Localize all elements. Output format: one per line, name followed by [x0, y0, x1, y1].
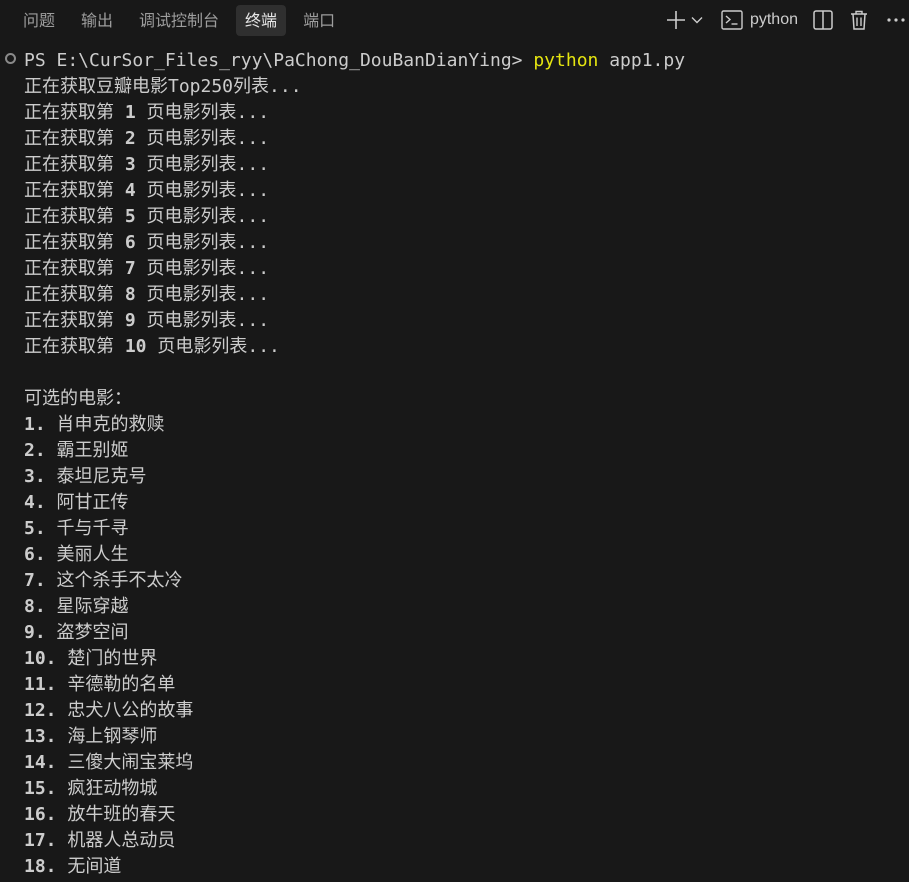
more-icon	[886, 17, 906, 23]
new-terminal-button[interactable]	[665, 6, 687, 34]
plus-icon	[666, 10, 686, 30]
terminal-output[interactable]: PS E:\CurSor_Files_ryy\PaChong_DouBanDia…	[0, 48, 909, 882]
movie-list-item: 9. 盗梦空间	[24, 622, 129, 643]
page-progress-line: 正在获取第 3 页电影列表...	[24, 154, 270, 175]
prompt-line: PS E:\CurSor_Files_ryy\PaChong_DouBanDia…	[24, 48, 685, 74]
page-progress-line: 正在获取第 7 页电影列表...	[24, 258, 270, 279]
panel-tabs: 问题 输出 调试控制台 终端 端口	[0, 0, 352, 40]
terminal-actions: python	[665, 0, 909, 40]
tab-problems[interactable]: 问题	[14, 5, 64, 36]
movie-list-item: 7. 这个杀手不太冷	[24, 570, 183, 591]
movie-list-item: 4. 阿甘正传	[24, 492, 129, 513]
tab-terminal[interactable]: 终端	[236, 4, 287, 36]
movie-list-item: 11. 辛德勒的名单	[24, 674, 176, 695]
page-progress-line: 正在获取第 6 页电影列表...	[24, 232, 270, 253]
fetch-header-line: 正在获取豆瓣电影Top250列表...	[24, 76, 302, 97]
more-actions-button[interactable]	[885, 6, 907, 34]
page-progress-line: 正在获取第 1 页电影列表...	[24, 102, 270, 123]
movie-list-item: 10. 楚门的世界	[24, 648, 158, 669]
movie-list-item: 14. 三傻大闹宝莱坞	[24, 752, 194, 773]
movie-list-item: 5. 千与千寻	[24, 518, 129, 539]
trash-icon	[850, 10, 868, 30]
movie-list-item: 12. 忠犬八公的故事	[24, 700, 194, 721]
movie-list-item: 1. 肖申克的救赎	[24, 414, 165, 435]
terminal-name-label: python	[749, 11, 798, 28]
chevron-down-icon	[691, 16, 703, 24]
movie-list-item: 17. 机器人总动员	[24, 830, 176, 851]
movie-list-item: 18. 无间道	[24, 856, 122, 877]
command-arguments: app1.py	[598, 50, 686, 71]
kill-terminal-button[interactable]	[849, 6, 869, 34]
movie-list-title: 可选的电影：	[24, 388, 132, 409]
command-decoration-icon[interactable]	[5, 53, 16, 64]
prompt-path: PS E:\CurSor_Files_ryy\PaChong_DouBanDia…	[24, 50, 534, 71]
terminal-profile-dropdown[interactable]	[689, 6, 705, 34]
page-progress-line: 正在获取第 10 页电影列表...	[24, 336, 280, 357]
page-progress-line: 正在获取第 2 页电影列表...	[24, 128, 270, 149]
page-progress-line: 正在获取第 5 页电影列表...	[24, 206, 270, 227]
movie-list-item: 15. 疯狂动物城	[24, 778, 158, 799]
movie-list-item: 2. 霸王别姬	[24, 440, 129, 461]
movie-list-item: 16. 放牛班的春天	[24, 804, 176, 825]
page-progress-line: 正在获取第 8 页电影列表...	[24, 284, 270, 305]
page-progress-line: 正在获取第 9 页电影列表...	[24, 310, 270, 331]
terminal-icon	[721, 10, 743, 30]
split-icon	[813, 10, 833, 30]
tab-debug-console[interactable]: 调试控制台	[130, 5, 228, 36]
movie-list-item: 8. 星际穿越	[24, 596, 129, 617]
movie-list-item: 6. 美丽人生	[24, 544, 129, 565]
split-terminal-button[interactable]	[812, 6, 834, 34]
movie-list-item: 13. 海上钢琴师	[24, 726, 158, 747]
tab-ports[interactable]: 端口	[294, 5, 344, 36]
panel-tab-bar: 问题 输出 调试控制台 终端 端口 python	[0, 0, 909, 40]
command-executable: python	[533, 50, 599, 71]
movie-list-item: 3. 泰坦尼克号	[24, 466, 147, 487]
tab-output[interactable]: 输出	[72, 5, 122, 36]
page-progress-line: 正在获取第 4 页电影列表...	[24, 180, 270, 201]
terminal-instance-button[interactable]: python	[717, 6, 802, 34]
